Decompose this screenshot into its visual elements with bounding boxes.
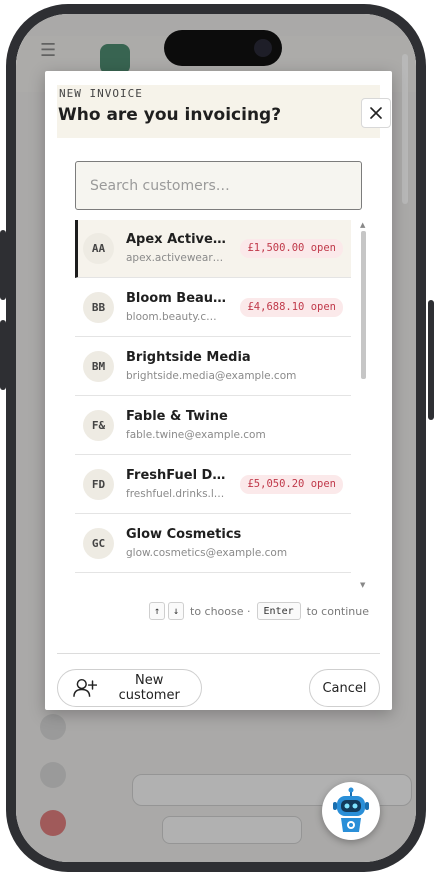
close-icon bbox=[370, 107, 382, 119]
keyboard-hint: ↑ ↓ to choose · Enter to continue bbox=[149, 600, 375, 622]
new-invoice-dialog: NEW INVOICE Who are you invoicing? AA Ape… bbox=[45, 71, 392, 710]
phone-frame: ☰ NEW INVOICE Who are you invoicing? Sea… bbox=[6, 4, 426, 872]
assistant-button[interactable] bbox=[322, 782, 380, 840]
camera-dot bbox=[254, 39, 272, 57]
hint-continue-text: to continue bbox=[306, 604, 369, 618]
customer-row[interactable]: GC Glow Cosmetics glow.cosmetics@example.c… bbox=[75, 515, 351, 573]
customer-row[interactable]: F& Fable & Twine fable.twine@example.com bbox=[75, 397, 351, 455]
customer-avatar: GC bbox=[83, 528, 114, 559]
robot-icon bbox=[333, 787, 369, 832]
customer-avatar: BM bbox=[83, 351, 114, 382]
customer-email: brightside.media@example.com bbox=[126, 370, 297, 382]
dialog-header: NEW INVOICE Who are you invoicing? bbox=[57, 85, 391, 138]
open-balance-badge: £1,500.00 open bbox=[240, 239, 343, 258]
user-plus-icon bbox=[73, 678, 98, 697]
phone-screen: ☰ NEW INVOICE Who are you invoicing? Sea… bbox=[16, 14, 416, 862]
new-customer-button[interactable]: New customer bbox=[57, 669, 202, 707]
customer-list: AA Apex Active… apex.activewear… £1,500.00 … bbox=[75, 220, 353, 586]
customer-name: Glow Cosmetics bbox=[126, 527, 242, 542]
key-enter: Enter bbox=[256, 602, 301, 620]
customer-row[interactable]: BB Bloom Beau… bloom.beauty.c… £4,688.10 op… bbox=[75, 279, 351, 337]
customer-row[interactable]: BM Brightside Media brightside.media@examp… bbox=[75, 338, 351, 396]
key-down: ↓ bbox=[168, 602, 184, 620]
customer-avatar: FD bbox=[83, 469, 114, 500]
customer-name: Fable & Twine bbox=[126, 409, 228, 424]
cancel-button[interactable]: Cancel bbox=[309, 669, 380, 707]
phone-side-button bbox=[428, 300, 434, 420]
customer-avatar: BB bbox=[83, 292, 114, 323]
open-balance-badge: £4,688.10 open bbox=[240, 298, 343, 317]
page-scrollbar[interactable] bbox=[402, 54, 408, 204]
key-up: ↑ bbox=[149, 602, 165, 620]
customer-avatar: AA bbox=[83, 233, 114, 264]
scroll-down-arrow[interactable]: ▼ bbox=[360, 581, 365, 589]
scroll-up-arrow[interactable]: ▲ bbox=[360, 221, 365, 229]
close-button[interactable] bbox=[361, 98, 391, 128]
open-balance-badge: £5,050.20 open bbox=[240, 475, 343, 494]
cancel-label: Cancel bbox=[322, 680, 367, 696]
customer-name: Bloom Beau… bbox=[126, 291, 227, 306]
customer-name: Brightside Media bbox=[126, 350, 251, 365]
dynamic-island bbox=[164, 30, 282, 66]
customer-row[interactable]: AA Apex Active… apex.activewear… £1,500.00 … bbox=[75, 220, 351, 278]
customer-name: FreshFuel Dr… bbox=[126, 468, 228, 483]
customer-email: apex.activewear… bbox=[126, 252, 224, 264]
scrollbar-thumb[interactable] bbox=[361, 231, 366, 379]
customer-row[interactable]: FD FreshFuel Dr… freshfuel.drinks.l… £5,050… bbox=[75, 456, 351, 514]
customer-avatar: F& bbox=[83, 410, 114, 441]
customer-email: fable.twine@example.com bbox=[126, 429, 266, 441]
new-customer-label: New customer bbox=[118, 673, 180, 703]
customer-name: Apex Active… bbox=[126, 232, 226, 247]
dialog-eyebrow: NEW INVOICE bbox=[59, 87, 143, 100]
dialog-title: Who are you invoicing? bbox=[58, 105, 282, 125]
hint-choose-text: to choose · bbox=[190, 604, 251, 618]
customer-email: bloom.beauty.c… bbox=[126, 311, 217, 323]
customer-search-input[interactable] bbox=[75, 161, 362, 210]
footer-divider bbox=[57, 653, 380, 654]
customer-email: freshfuel.drinks.l… bbox=[126, 488, 225, 500]
customer-email: glow.cosmetics@example.com bbox=[126, 547, 288, 559]
customer-list-scrollbar[interactable]: ▲ ▼ bbox=[359, 221, 367, 589]
